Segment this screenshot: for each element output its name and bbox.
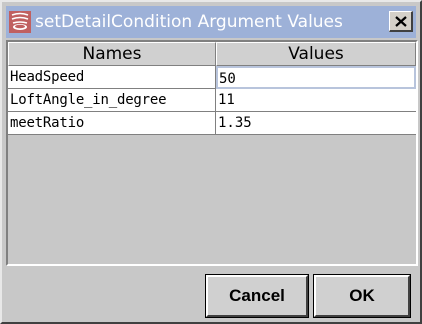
table-row: HeadSpeed 50 [8,66,416,89]
ok-button[interactable]: OK [313,274,411,318]
argument-name-cell: LoftAngle_in_degree [8,89,216,112]
table-row: LoftAngle_in_degree 11 [8,89,416,112]
column-header-names[interactable]: Names [8,42,216,66]
window-title: setDetailCondition Argument Values [35,12,343,32]
dialog-window: setDetailCondition Argument Values Names… [0,0,422,324]
title-bar[interactable]: setDetailCondition Argument Values [6,6,416,38]
cancel-button[interactable]: Cancel [205,274,309,318]
arguments-table: Names Values HeadSpeed 50 LoftAngle_in_d… [6,40,418,266]
close-button[interactable] [389,11,413,32]
table-row: meetRatio 1.35 [8,112,416,135]
argument-name-cell: HeadSpeed [8,66,216,89]
close-icon [394,15,407,27]
table-body: HeadSpeed 50 LoftAngle_in_degree 11 meet… [8,66,416,135]
button-bar: Cancel OK [6,268,418,320]
argument-value-field[interactable]: 11 [216,89,416,112]
argument-name-cell: meetRatio [8,112,216,135]
column-header-values[interactable]: Values [216,42,416,66]
argument-value-field[interactable]: 50 [216,66,416,89]
table-header: Names Values [8,42,416,66]
argument-value-field[interactable]: 1.35 [216,112,416,135]
java-app-icon [9,11,31,33]
